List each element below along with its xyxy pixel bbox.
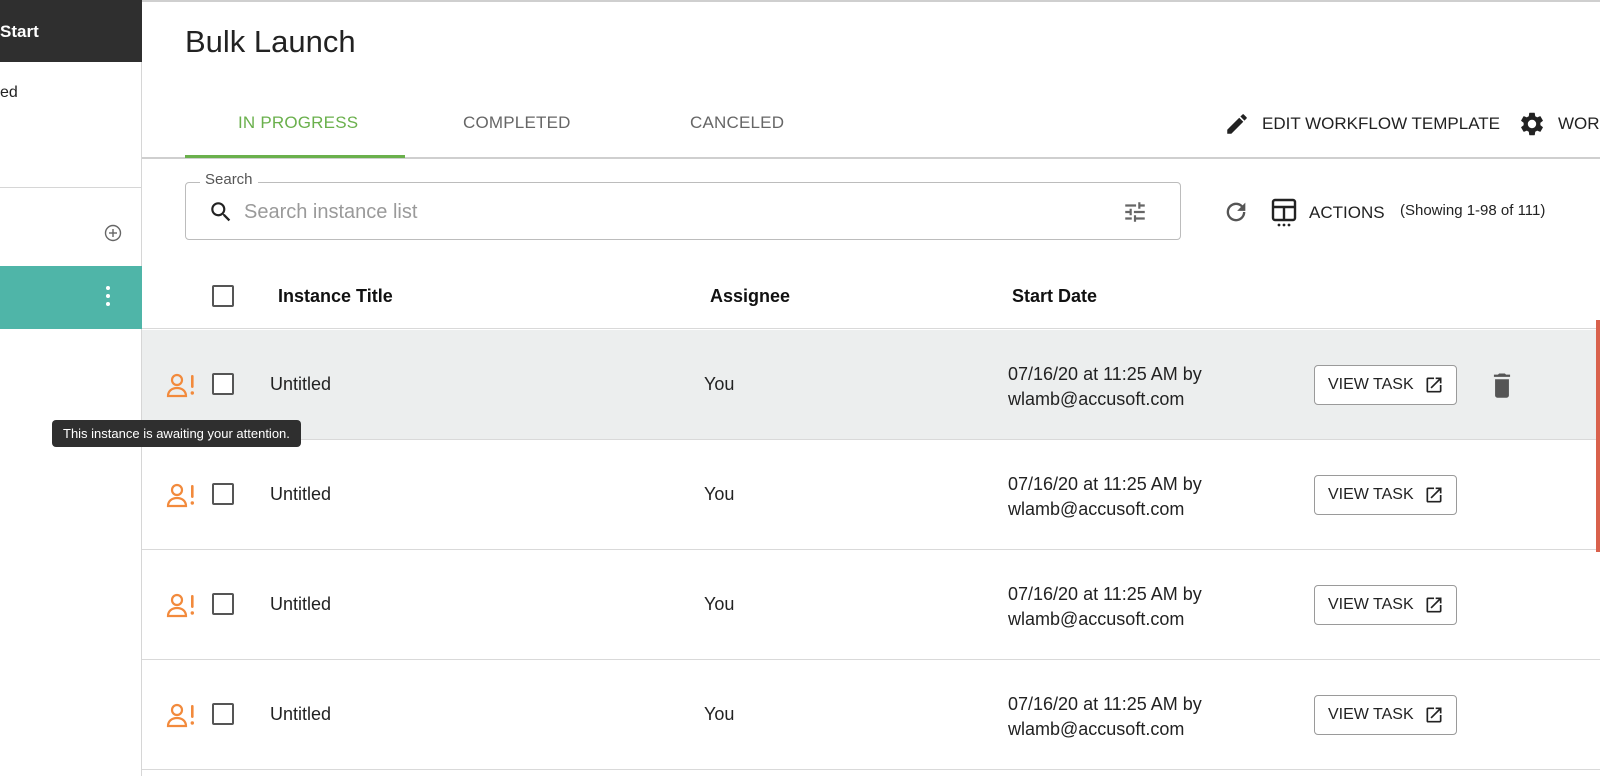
tab-canceled[interactable]: CANCELED	[690, 113, 784, 133]
top-border	[142, 0, 1600, 2]
showing-count: (Showing 1-98 of 111)	[1400, 202, 1546, 219]
trash-icon[interactable]	[1488, 370, 1516, 400]
table-columns-icon	[1271, 198, 1297, 227]
instance-title: Untitled	[270, 374, 332, 394]
attention-tooltip: This instance is awaiting your attention…	[52, 420, 301, 447]
start-date-line: 07/16/20 at 11:25 AM by	[1008, 694, 1202, 714]
assignee: You	[704, 594, 735, 614]
open-external-icon	[1426, 597, 1442, 613]
start-date-line: 07/16/20 at 11:25 AM by	[1008, 474, 1202, 494]
view-task-button[interactable]: VIEW TASK	[1314, 475, 1457, 515]
start-date-user: wlamb@accusoft.com	[1008, 499, 1185, 519]
actions-button[interactable]: ACTIONS	[1271, 197, 1385, 229]
workflow-settings-button[interactable]: WOR	[1518, 109, 1600, 139]
assignee: You	[704, 704, 735, 724]
search-legend: Search	[200, 171, 258, 188]
row-checkbox[interactable]	[212, 483, 234, 505]
column-header-instance-title[interactable]: Instance Title	[278, 286, 393, 307]
instance-title: Untitled	[270, 594, 332, 614]
start-date-line: 07/16/20 at 11:25 AM by	[1008, 584, 1202, 604]
select-all-checkbox[interactable]	[212, 285, 234, 307]
person-alert-icon	[166, 483, 194, 508]
view-task-button[interactable]: VIEW TASK	[1314, 695, 1457, 735]
table-row[interactable]: Untitled You 07/16/20 at 11:25 AM by wla…	[142, 660, 1600, 770]
person-alert-icon	[166, 703, 194, 728]
pencil-icon	[1227, 114, 1247, 134]
sidebar: Start ed	[0, 0, 142, 776]
start-date: 07/16/20 at 11:25 AM by wlamb@accusoft.c…	[1008, 362, 1202, 412]
sidebar-divider	[0, 187, 142, 188]
edit-workflow-template-button[interactable]: EDIT WORKFLOW TEMPLATE	[1224, 109, 1500, 139]
refresh-icon[interactable]	[1222, 198, 1250, 226]
search-field: Search	[185, 171, 1181, 240]
person-alert-icon	[166, 373, 194, 398]
sidebar-sub-label[interactable]: ed	[0, 84, 18, 102]
open-external-icon	[1426, 377, 1442, 393]
instance-title: Untitled	[270, 704, 332, 724]
row-checkbox[interactable]	[212, 593, 234, 615]
start-date: 07/16/20 at 11:25 AM by wlamb@accusoft.c…	[1008, 472, 1202, 522]
tab-completed[interactable]: COMPLETED	[463, 113, 571, 133]
row-checkbox[interactable]	[212, 373, 234, 395]
tab-bar: IN PROGRESS COMPLETED CANCELED EDIT WORK…	[142, 95, 1600, 159]
start-date-user: wlamb@accusoft.com	[1008, 609, 1185, 629]
table-row[interactable]: Untitled You 07/16/20 at 11:25 AM by wla…	[142, 550, 1600, 660]
start-date: 07/16/20 at 11:25 AM by wlamb@accusoft.c…	[1008, 582, 1202, 632]
sidebar-item-selected[interactable]	[0, 266, 142, 329]
start-date-user: wlamb@accusoft.com	[1008, 389, 1185, 409]
assignee: You	[704, 374, 735, 394]
column-header-start-date[interactable]: Start Date	[1012, 286, 1097, 307]
kebab-menu-icon[interactable]	[104, 286, 112, 310]
actions-label: ACTIONS	[1309, 203, 1385, 222]
column-header-assignee[interactable]: Assignee	[710, 286, 790, 307]
view-task-label: VIEW TASK	[1328, 596, 1414, 613]
table-row[interactable]: Untitled You 07/16/20 at 11:25 AM by wla…	[142, 440, 1600, 550]
view-task-button[interactable]: VIEW TASK	[1314, 365, 1457, 405]
row-checkbox[interactable]	[212, 703, 234, 725]
search-input[interactable]	[244, 195, 1064, 229]
scroll-accent	[1596, 320, 1600, 552]
person-alert-icon	[166, 593, 194, 618]
start-date: 07/16/20 at 11:25 AM by wlamb@accusoft.c…	[1008, 692, 1202, 742]
open-external-icon	[1426, 707, 1442, 723]
sidebar-header-label: Start	[0, 22, 39, 41]
edit-workflow-template-label: EDIT WORKFLOW TEMPLATE	[1262, 114, 1501, 133]
view-task-button[interactable]: VIEW TASK	[1314, 585, 1457, 625]
instance-title: Untitled	[270, 484, 332, 504]
page-title: Bulk Launch	[185, 24, 356, 59]
tab-in-progress[interactable]: IN PROGRESS	[238, 113, 358, 133]
view-task-label: VIEW TASK	[1328, 486, 1414, 503]
gear-icon	[1521, 112, 1543, 136]
start-date-line: 07/16/20 at 11:25 AM by	[1008, 364, 1202, 384]
open-external-icon	[1426, 487, 1442, 503]
tune-icon[interactable]	[1122, 199, 1148, 225]
search-icon	[211, 202, 231, 222]
table-header: Instance Title Assignee Start Date	[142, 265, 1600, 329]
assignee: You	[704, 484, 735, 504]
sidebar-header[interactable]: Start	[0, 0, 142, 62]
add-circle-icon[interactable]	[104, 224, 122, 242]
workflow-settings-label: WOR	[1558, 114, 1600, 133]
active-tab-indicator	[185, 155, 405, 158]
table-row[interactable]: Untitled You 07/16/20 at 11:25 AM by wla…	[142, 330, 1600, 440]
start-date-user: wlamb@accusoft.com	[1008, 719, 1185, 739]
view-task-label: VIEW TASK	[1328, 376, 1414, 393]
view-task-label: VIEW TASK	[1328, 706, 1414, 723]
